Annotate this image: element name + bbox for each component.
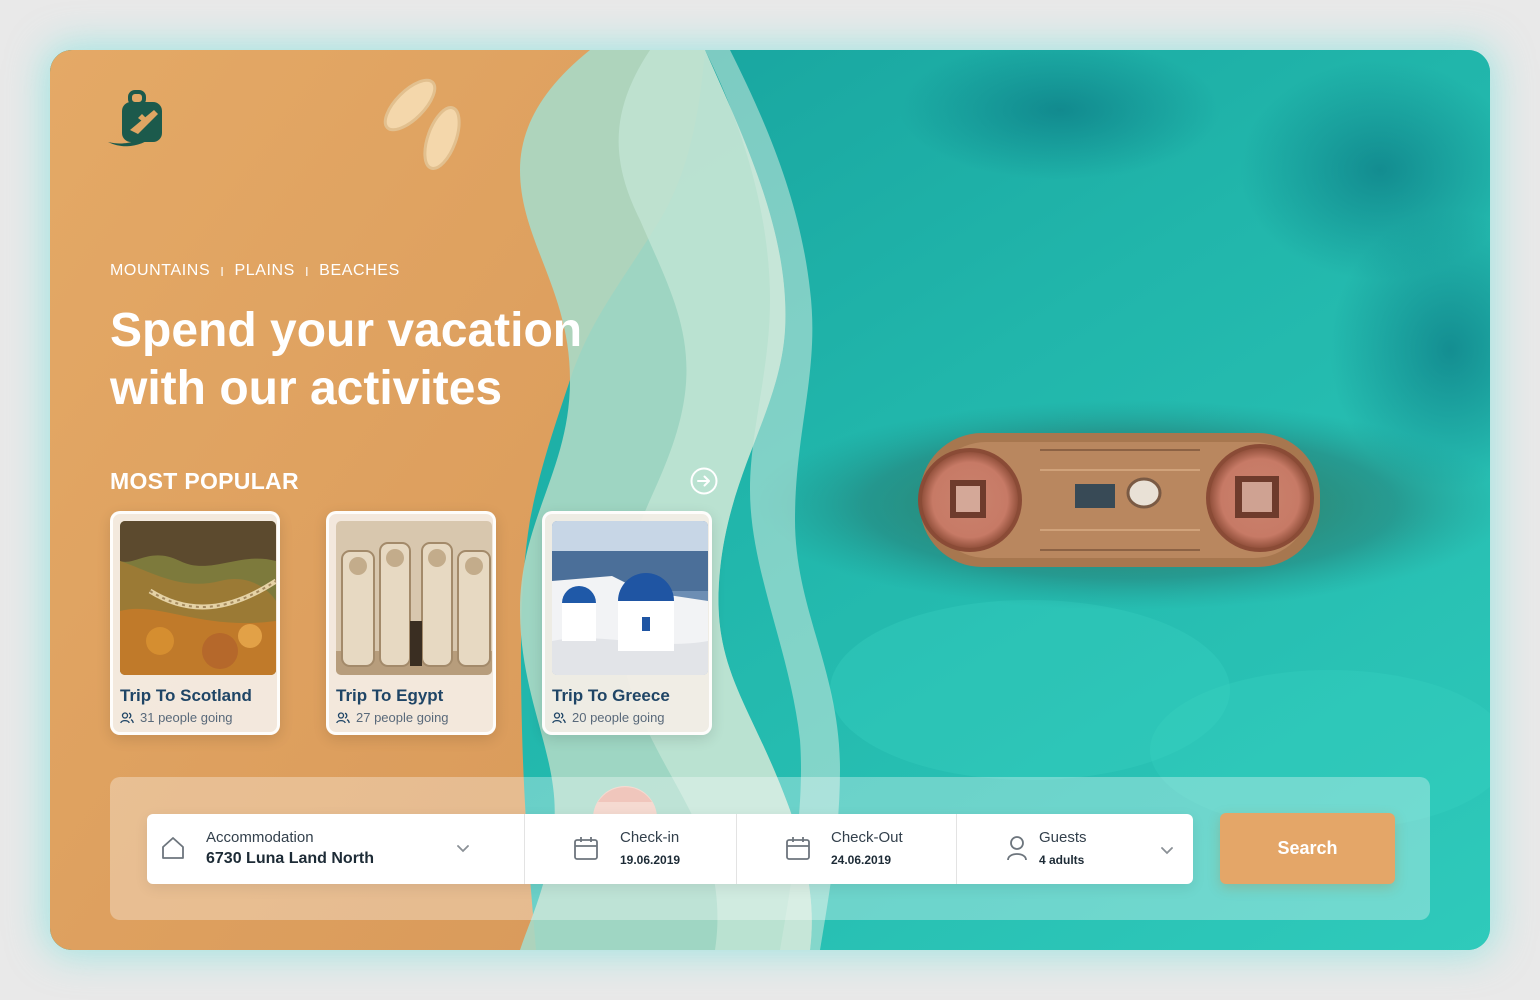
shipwreck [918, 433, 1320, 567]
trip-card-scotland[interactable]: Trip To Scotland 31 people going [110, 511, 280, 735]
category-separator: I [304, 263, 310, 279]
user-icon [1007, 836, 1027, 861]
trip-people-count: 20 people going [572, 710, 665, 725]
people-icon [552, 711, 566, 723]
app-frame: MOUNTAINS I PLAINS I BEACHES Spend your … [50, 50, 1490, 950]
trip-card-egypt[interactable]: Trip To Egypt 27 people going [326, 511, 496, 735]
accommodation-label: Accommodation [206, 829, 314, 846]
category-beaches[interactable]: BEACHES [319, 262, 400, 280]
trip-people-count: 27 people going [356, 710, 449, 725]
trip-people: 27 people going [336, 710, 449, 725]
trip-people-count: 31 people going [140, 710, 233, 725]
accommodation-select[interactable]: Accommodation 6730 Luna Land North [147, 814, 524, 884]
search-button[interactable]: Search [1220, 813, 1395, 884]
checkout-label: Check-Out [831, 829, 903, 846]
guests-value: 4 adults [1039, 853, 1085, 867]
trip-image-scotland [120, 521, 276, 675]
checkout-value: 24.06.2019 [831, 853, 892, 867]
checkout-picker[interactable]: Check-Out 24.06.2019 [737, 814, 956, 884]
trip-image-egypt [336, 521, 492, 675]
chevron-down-icon [457, 845, 469, 853]
category-nav: MOUNTAINS I PLAINS I BEACHES [110, 262, 400, 280]
checkin-picker[interactable]: Check-in 19.06.2019 [525, 814, 736, 884]
category-plains[interactable]: PLAINS [234, 262, 295, 280]
people-icon [120, 711, 134, 723]
trip-people: 20 people going [552, 710, 665, 725]
hero-title-line1: Spend your vacation [110, 304, 583, 357]
search-bar: Accommodation 6730 Luna Land North Check… [147, 814, 1193, 884]
arrow-right-circle-icon[interactable] [690, 467, 718, 495]
people-icon [336, 711, 350, 723]
accommodation-value: 6730 Luna Land North [206, 850, 375, 867]
checkin-value: 19.06.2019 [620, 853, 681, 867]
trip-image-greece [552, 521, 708, 675]
trip-title: Trip To Greece [552, 686, 670, 705]
chevron-down-icon [1161, 847, 1173, 855]
guests-select[interactable]: Guests 4 adults [957, 814, 1193, 884]
suitcase-plane-logo[interactable] [108, 90, 170, 150]
trip-title: Trip To Scotland [120, 686, 252, 705]
trip-people: 31 people going [120, 710, 233, 725]
most-popular-title: MOST POPULAR [110, 468, 299, 494]
hero-title: Spend your vacation with our activites [110, 302, 730, 418]
home-icon [162, 837, 184, 859]
category-separator: I [220, 263, 225, 279]
calendar-icon [786, 837, 810, 860]
guests-label: Guests [1039, 829, 1087, 846]
trip-title: Trip To Egypt [336, 686, 444, 705]
checkin-label: Check-in [620, 829, 680, 846]
trip-card-greece[interactable]: Trip To Greece 20 people going [542, 511, 712, 735]
calendar-icon [574, 837, 598, 860]
category-mountains[interactable]: MOUNTAINS [110, 262, 210, 280]
hero-title-line2: with our activites [110, 362, 503, 415]
